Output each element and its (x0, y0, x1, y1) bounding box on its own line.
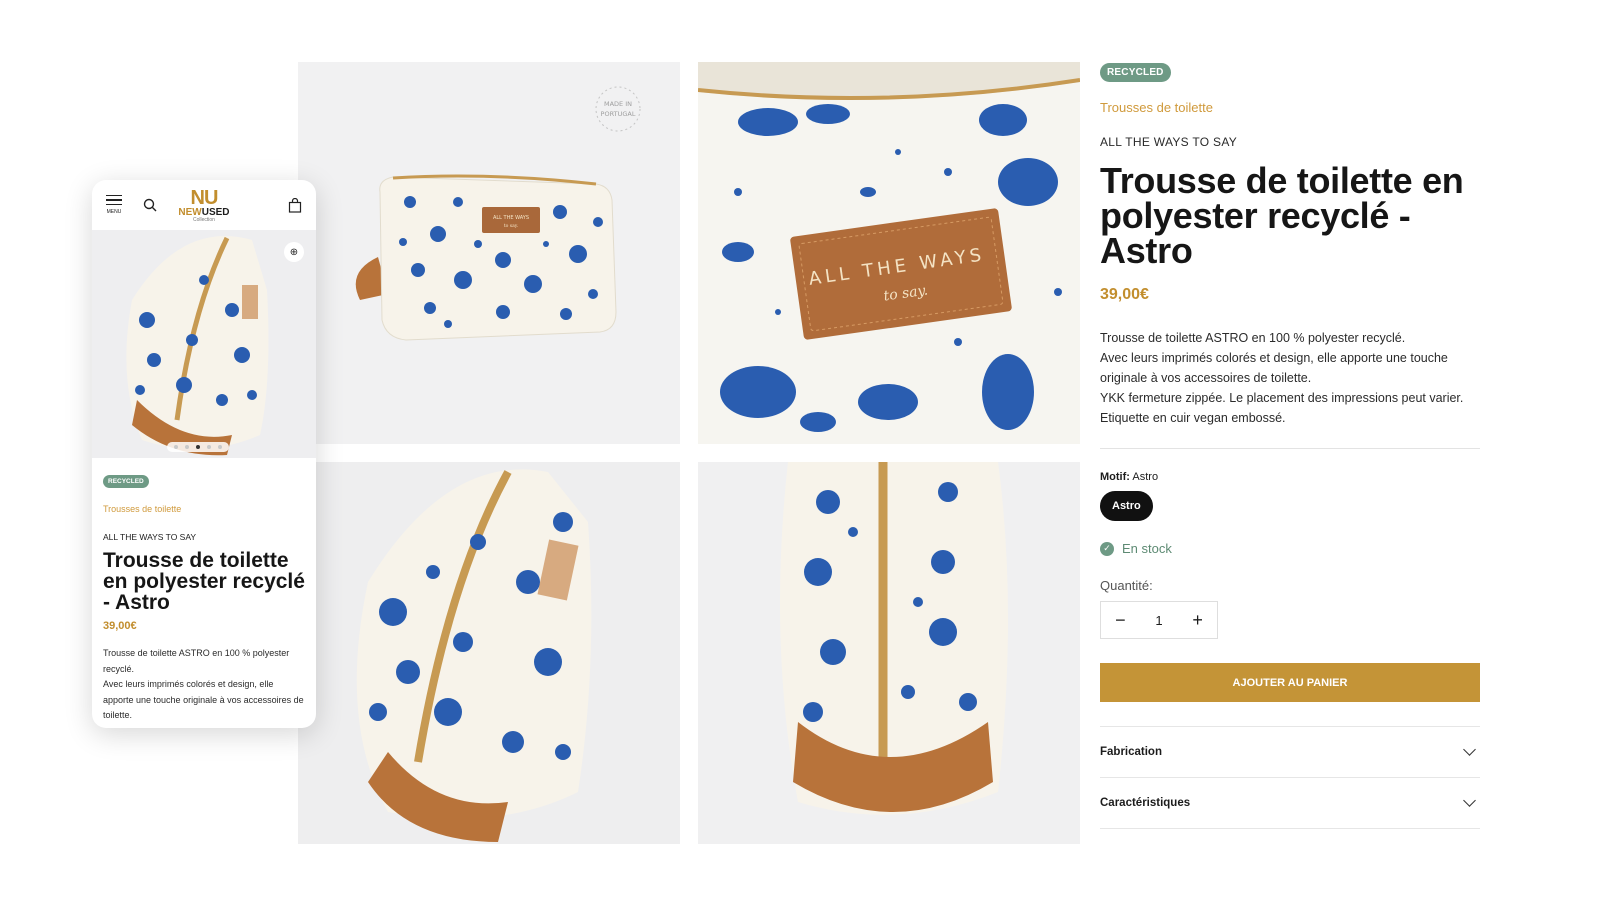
svg-text:ALL THE WAYS: ALL THE WAYS (493, 215, 529, 221)
motif-value: Astro (1132, 471, 1159, 483)
add-to-cart-button[interactable]: AJOUTER AU PANIER (1100, 663, 1480, 702)
accordion-label: Caractéristiques (1100, 797, 1191, 809)
logo-new: NEW (178, 206, 202, 218)
product-description: Trousse de toilette ASTRO en 100 % polye… (103, 646, 305, 724)
recycled-badge: RECYCLED (103, 475, 149, 488)
description-line: Trousse de toilette ASTRO en 100 % polye… (1100, 331, 1406, 345)
increase-quantity-button[interactable]: + (1178, 610, 1217, 631)
image-pagination[interactable] (167, 442, 229, 452)
accordion-caracteristiques[interactable]: Caractéristiques (1100, 778, 1480, 829)
stock-status: ✓ En stock (1100, 541, 1480, 556)
brand-name: ALL THE WAYS TO SAY (1100, 135, 1238, 149)
product-description: Trousse de toilette ASTRO en 100 % polye… (1100, 328, 1480, 428)
accordion-label: Fabrication (1100, 746, 1162, 758)
category-link[interactable]: Trousses de toilette (103, 504, 305, 514)
svg-text:to say.: to say. (504, 223, 519, 229)
description-line: Avec leurs imprimés colorés et design, e… (1100, 351, 1448, 385)
menu-icon[interactable]: MENU (106, 194, 122, 216)
product-price: 39,00€ (1100, 286, 1149, 303)
logo-wordmark: NEWUSED (178, 206, 230, 218)
mobile-product-info: RECYCLED Trousses de toilette ALL THE WA… (92, 458, 316, 728)
cart-icon[interactable] (288, 197, 302, 213)
logo[interactable]: NU NEWUSED Collection (178, 188, 229, 223)
gallery-image-end[interactable] (698, 462, 1080, 844)
motif-label: Motif: (1100, 471, 1130, 483)
quantity-stepper: − 1 + (1100, 601, 1218, 639)
zoom-icon[interactable]: ⊕ (284, 242, 304, 262)
motif-selector: Motif: Astro (1100, 471, 1480, 483)
quantity-label: Quantité: (1100, 578, 1153, 593)
mobile-header: MENU NU NEWUSED Collection (92, 180, 316, 230)
decrease-quantity-button[interactable]: − (1101, 610, 1140, 631)
motif-option-astro[interactable]: Astro (1100, 491, 1153, 521)
made-in-portugal-stamp: MADE IN PORTUGAL (595, 86, 641, 132)
product-title: Trousse de toilette en polyester recyclé… (1100, 160, 1464, 271)
description-line: Avec leurs imprimés colorés et design, e… (103, 679, 304, 720)
category-link[interactable]: Trousses de toilette (1100, 100, 1480, 115)
product-info: RECYCLED Trousses de toilette ALL THE WA… (1100, 62, 1480, 829)
check-icon: ✓ (1100, 541, 1114, 556)
stock-text: En stock (1122, 541, 1172, 556)
search-icon[interactable] (143, 198, 157, 212)
brand-label-closeup: ALL THE WAYS to say. (790, 208, 1012, 340)
product-price: 39,00€ (103, 620, 137, 632)
chevron-down-icon (1463, 794, 1476, 807)
product-title: Trousse de toilette en polyester recyclé… (103, 549, 305, 614)
accordion-list: Fabrication Caractéristiques (1100, 726, 1480, 829)
quantity-input[interactable]: 1 (1140, 613, 1179, 628)
logo-used: USED (201, 206, 230, 218)
stamp-line2: PORTUGAL (601, 110, 636, 118)
logo-mark: NU (190, 186, 219, 209)
chevron-down-icon (1463, 743, 1476, 756)
recycled-badge: RECYCLED (1100, 63, 1171, 82)
mobile-product-image[interactable]: ⊕ (92, 230, 316, 458)
gallery-image-closeup[interactable]: ALL THE WAYS to say. (698, 62, 1080, 444)
mobile-preview: MENU NU NEWUSED Collection ⊕ RECYCLED Tr… (92, 180, 316, 728)
description-line: YKK fermeture zippée. Le placement des i… (1100, 391, 1464, 425)
gallery-image-front[interactable]: MADE IN PORTUGAL ALL THE WAYS to say. (298, 62, 680, 444)
logo-subtitle: Collection (192, 216, 215, 223)
description-line: Trousse de toilette ASTRO en 100 % polye… (103, 648, 290, 674)
divider (1100, 448, 1480, 449)
gallery-image-side[interactable] (298, 462, 680, 844)
product-page: MADE IN PORTUGAL ALL THE WAYS to say. AL… (0, 0, 1600, 900)
menu-label: MENU (106, 209, 122, 216)
brand-name: ALL THE WAYS TO SAY (103, 532, 197, 542)
accordion-fabrication[interactable]: Fabrication (1100, 727, 1480, 778)
stamp-line1: MADE IN (604, 100, 632, 108)
product-gallery: MADE IN PORTUGAL ALL THE WAYS to say. AL… (298, 62, 1080, 844)
